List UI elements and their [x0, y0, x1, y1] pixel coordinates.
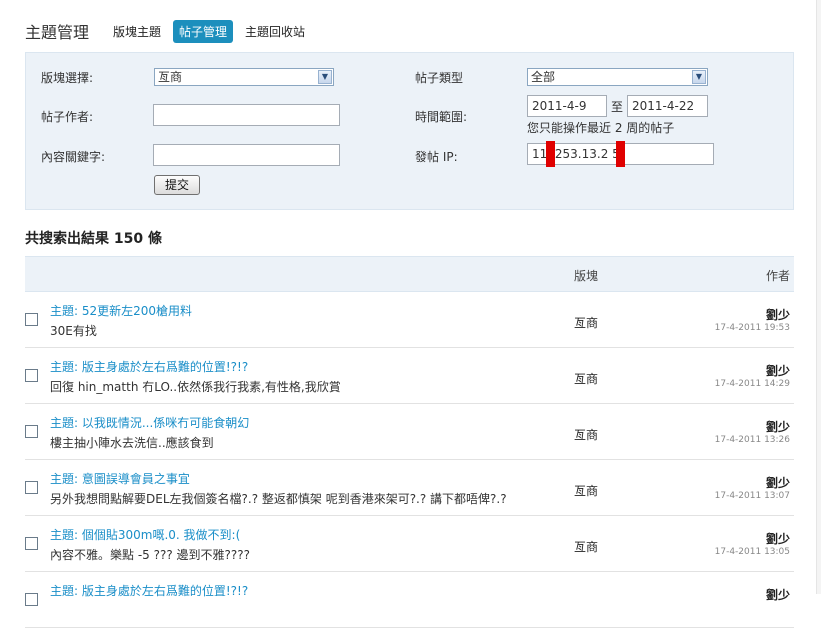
post-author[interactable]: 劉少 — [766, 586, 790, 603]
post-forum: 亙商 — [574, 372, 599, 386]
ip-label: 發帖 IP: — [415, 150, 458, 164]
author-input[interactable] — [153, 104, 340, 126]
table-header: 版塊 作者 — [25, 256, 794, 292]
post-forum: 亙商 — [574, 316, 599, 330]
post-title-link[interactable]: 主題: 個個貼300m嘅.0. 我做不到:( — [50, 526, 240, 543]
row-checkbox[interactable] — [25, 313, 38, 326]
redaction-mark — [546, 141, 555, 167]
results-table: 版塊 作者 主題: 52更新左200槍用料 30E有找 亙商 劉少 17-4-2… — [25, 256, 794, 628]
post-snippet: 回復 hin_matth 冇LO..依然係我行我素,有性格,我欣賞 — [50, 380, 341, 394]
header: 主題管理 版塊主題 帖子管理 主題回收站 — [25, 18, 317, 44]
post-snippet: 30E有找 — [50, 324, 97, 338]
filter-panel: 版塊選擇: 亙商 ▼ 帖子類型 全部 ▼ 帖子作者: 時間範圍: 2011-4-… — [25, 52, 794, 210]
post-time: 17-4-2011 13:26 — [714, 435, 790, 445]
time-range-hint: 您只能操作最近 2 周的帖子 — [527, 121, 675, 135]
post-type-label: 帖子類型 — [415, 71, 464, 85]
result-count: 共搜索出結果 150 條 — [25, 231, 162, 247]
post-title-link[interactable]: 主題: 52更新左200槍用料 — [50, 302, 192, 319]
post-snippet: 另外我想問點解要DEL左我個簽名檔?.? 整返都慎架 呢到香港來架可?.? 講下… — [50, 492, 507, 506]
row-checkbox[interactable] — [25, 481, 38, 494]
submit-button[interactable]: 提交 — [154, 175, 200, 195]
forum-select[interactable]: 亙商 ▼ — [154, 68, 334, 86]
post-forum: 亙商 — [574, 540, 599, 554]
post-author[interactable]: 劉少 — [766, 418, 790, 435]
table-row: 主題: 版主身處於左右爲難的位置!?!? 回復 hin_matth 冇LO..依… — [25, 348, 794, 404]
post-title-link[interactable]: 主題: 版主身處於左右爲難的位置!?!? — [50, 358, 248, 375]
post-time: 17-4-2011 13:07 — [714, 491, 790, 501]
tab-topic-recycle-bin[interactable]: 主題回收站 — [239, 20, 311, 43]
post-type-value: 全部 — [531, 70, 556, 84]
chevron-down-icon: ▼ — [692, 70, 706, 84]
post-title-link[interactable]: 主題: 以我既情況...係咪冇可能食朝幻 — [50, 414, 249, 431]
table-row: 主題: 個個貼300m嘅.0. 我做不到:( 內容不雅。樂點 -5 ??? 邊到… — [25, 516, 794, 572]
post-author[interactable]: 劉少 — [766, 362, 790, 379]
row-checkbox[interactable] — [25, 537, 38, 550]
window-edge — [816, 0, 821, 594]
forum-select-label: 版塊選擇: — [41, 71, 94, 85]
post-type-select[interactable]: 全部 ▼ — [527, 68, 708, 86]
keyword-label: 內容關鍵字: — [41, 150, 106, 164]
post-time: 17-4-2011 14:29 — [714, 379, 790, 389]
time-range-label: 時間範圍: — [415, 110, 468, 124]
table-row: 主題: 版主身處於左右爲難的位置!?!? 劉少 — [25, 572, 794, 628]
time-from-input[interactable]: 2011-4-9 — [527, 95, 607, 117]
table-row: 主題: 意圖誤導會員之事宜 另外我想問點解要DEL左我個簽名檔?.? 整返都慎架… — [25, 460, 794, 516]
post-snippet: 樓主抽小陣水去洗信..應該食到 — [50, 436, 214, 450]
post-time: 17-4-2011 19:53 — [714, 323, 790, 333]
post-forum: 亙商 — [574, 428, 599, 442]
column-header-forum: 版塊 — [574, 269, 599, 283]
post-time: 17-4-2011 13:05 — [714, 547, 790, 557]
chevron-down-icon: ▼ — [318, 70, 332, 84]
time-separator: 至 — [611, 100, 624, 114]
post-author[interactable]: 劉少 — [766, 474, 790, 491]
forum-select-value: 亙商 — [158, 70, 183, 84]
tab-forum-topics[interactable]: 版塊主題 — [107, 20, 167, 43]
post-title-link[interactable]: 主題: 版主身處於左右爲難的位置!?!? — [50, 582, 248, 599]
table-row: 主題: 52更新左200槍用料 30E有找 亙商 劉少 17-4-2011 19… — [25, 292, 794, 348]
column-header-author: 作者 — [765, 269, 790, 283]
post-author[interactable]: 劉少 — [766, 530, 790, 547]
post-snippet: 內容不雅。樂點 -5 ??? 邊到不雅???? — [50, 548, 250, 562]
redaction-mark — [616, 141, 625, 167]
table-row: 主題: 以我既情況...係咪冇可能食朝幻 樓主抽小陣水去洗信..應該食到 亙商 … — [25, 404, 794, 460]
post-forum: 亙商 — [574, 484, 599, 498]
page-title: 主題管理 — [25, 23, 90, 42]
author-label: 帖子作者: — [41, 110, 94, 124]
post-title-link[interactable]: 主題: 意圖誤導會員之事宜 — [50, 470, 190, 487]
post-author[interactable]: 劉少 — [766, 306, 790, 323]
time-to-input[interactable]: 2011-4-22 — [627, 95, 708, 117]
row-checkbox[interactable] — [25, 593, 38, 606]
row-checkbox[interactable] — [25, 425, 38, 438]
tab-post-management[interactable]: 帖子管理 — [173, 19, 234, 43]
row-checkbox[interactable] — [25, 369, 38, 382]
keyword-input[interactable] — [153, 144, 340, 166]
